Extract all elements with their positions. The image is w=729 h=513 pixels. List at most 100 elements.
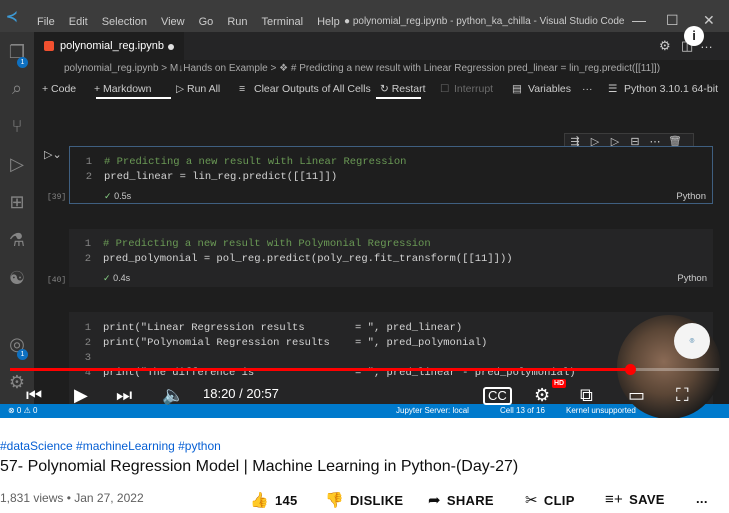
interrupt-button[interactable]: Interrupt — [454, 78, 493, 100]
search-icon[interactable]: ⌕ — [7, 78, 27, 98]
close-icon[interactable]: ✕ — [703, 12, 715, 29]
unsaved-dot-icon — [168, 44, 174, 50]
share-button[interactable]: ➦ SHARE — [428, 491, 494, 509]
menu-bar: File Edit Selection View Go Run Terminal… — [30, 16, 347, 28]
run-debug-icon[interactable]: ▷ — [7, 154, 27, 174]
cell-language[interactable]: Python — [676, 191, 706, 202]
exec-time: 0.5s — [114, 191, 132, 201]
like-count: 145 — [274, 493, 298, 508]
window-title: ● polynomial_reg.ipynb - python_ka_chill… — [344, 16, 625, 27]
clip-button[interactable]: ✂ CLIP — [525, 491, 575, 509]
share-icon: ➦ — [428, 492, 441, 509]
volume-icon[interactable]: 🔈 — [162, 382, 184, 408]
video-info: #dataScience #machineLearning #python 57… — [0, 418, 729, 513]
vscode-titlebar: ≺ File Edit Selection View Go Run Termin… — [0, 0, 729, 32]
player-controls: ⏮ ▶ ⏭ 🔈 18:20 / 20:57 CC ⚙ HD ⧉ ▭ ⛶ — [0, 378, 729, 412]
settings-icon[interactable]: ⚙ — [659, 38, 671, 54]
previous-icon[interactable]: ⏮ — [26, 382, 42, 408]
scissors-icon: ✂ — [525, 492, 538, 509]
save-button[interactable]: ≡+ SAVE — [605, 491, 665, 508]
success-check-icon: ✓ — [103, 273, 111, 283]
video-player[interactable]: ≺ File Edit Selection View Go Run Termin… — [0, 0, 729, 418]
next-icon[interactable]: ⏭ — [116, 382, 132, 408]
more-button[interactable]: ... — [696, 491, 708, 506]
hashtags-link[interactable]: #dataScience #machineLearning #python — [0, 439, 221, 453]
clear-outputs-icon: ≡ — [239, 83, 246, 95]
clip-label: CLIP — [543, 493, 575, 508]
menu-file[interactable]: File — [30, 16, 62, 28]
video-title: 57- Polynomial Regression Model | Machin… — [0, 458, 519, 475]
info-icon[interactable]: i — [684, 26, 704, 46]
code-cell-1[interactable]: 1 # Predicting a new result with Linear R… — [69, 146, 713, 204]
time-display: 18:20 / 20:57 — [203, 386, 279, 401]
run-all-button[interactable]: ▷ Run All — [176, 78, 220, 100]
play-icon[interactable]: ▶ — [74, 382, 88, 408]
share-label: SHARE — [446, 493, 494, 508]
code-text[interactable]: pred_linear = lin_reg.predict([[11]]) — [104, 171, 337, 183]
line-number: 1 — [85, 156, 92, 168]
thumbs-down-icon: 👎 — [325, 492, 344, 509]
run-cell-icon[interactable]: ▷⌄ — [44, 148, 62, 161]
tab-polynomial-reg[interactable]: polynomial_reg.ipynb — [34, 32, 184, 60]
menu-selection[interactable]: Selection — [95, 16, 154, 28]
view-count-date: 1,831 views • Jan 27, 2022 — [0, 491, 144, 505]
progress-fill — [10, 368, 631, 371]
progress-bar[interactable] — [10, 364, 719, 375]
cell-status: ✓ 0.4s — [103, 273, 130, 284]
captions-icon[interactable]: CC — [483, 387, 512, 405]
success-check-icon: ✓ — [104, 191, 112, 201]
interrupt-icon: ☐ — [440, 83, 450, 95]
tab-bar: polynomial_reg.ipynb ⚙ ◫ … — [34, 32, 729, 60]
explorer-badge: 1 — [17, 57, 28, 68]
line-number: 2 — [84, 337, 91, 349]
kernel-icon: ☰ — [608, 83, 618, 95]
channel-logo: ◎ — [674, 323, 710, 359]
like-button[interactable]: 👍 145 — [250, 491, 298, 509]
source-control-icon[interactable]: ⑂ — [7, 116, 27, 136]
theater-mode-icon[interactable]: ▭ — [628, 382, 645, 408]
line-number: 2 — [85, 171, 92, 183]
breadcrumb[interactable]: polynomial_reg.ipynb > M↓Hands on Exampl… — [34, 60, 729, 78]
menu-view[interactable]: View — [154, 16, 192, 28]
miniplayer-icon[interactable]: ⧉ — [580, 382, 593, 408]
code-text[interactable]: # Predicting a new result with Polymonia… — [103, 238, 431, 250]
code-text[interactable]: # Predicting a new result with Linear Re… — [104, 156, 406, 168]
code-text[interactable]: print("Polynomial Regression results = "… — [103, 337, 487, 349]
toolbar-more-button[interactable]: ··· — [582, 78, 593, 100]
notebook-toolbar: + Code + Markdown ▷ Run All ≡ Clear Outp… — [34, 78, 729, 100]
maximize-icon[interactable]: ☐ — [666, 12, 679, 29]
activity-bar: ❐ 1 ⌕ ⑂ ▷ ⊞ ⚗ ☯ ◎ 1 ⚙ — [0, 32, 34, 404]
python-icon[interactable]: ☯ — [7, 268, 27, 288]
menu-edit[interactable]: Edit — [62, 16, 95, 28]
hd-badge: HD — [552, 379, 567, 388]
code-cell-2[interactable]: 1 # Predicting a new result with Polymoni… — [69, 229, 713, 287]
add-code-button[interactable]: + Code — [42, 78, 76, 100]
code-text[interactable]: pred_polymonial = pol_reg.predict(poly_r… — [103, 253, 513, 265]
line-number: 2 — [84, 253, 91, 265]
settings-icon[interactable]: ⚙ — [534, 382, 550, 408]
code-text[interactable]: print("Linear Regression results = ", pr… — [103, 322, 462, 334]
variables-button[interactable]: Variables — [528, 78, 571, 100]
tab-label: polynomial_reg.ipynb — [60, 40, 164, 52]
restart-button[interactable]: ↻ Restart — [380, 78, 426, 100]
save-label: SAVE — [629, 492, 665, 507]
line-number: 3 — [84, 352, 91, 364]
thumbs-up-icon: 👍 — [250, 492, 269, 509]
exec-time: 0.4s — [113, 273, 131, 283]
execution-count: [40] — [47, 276, 67, 285]
menu-run[interactable]: Run — [220, 16, 254, 28]
dislike-label: DISLIKE — [349, 493, 404, 508]
cell-language[interactable]: Python — [677, 273, 707, 284]
testing-icon[interactable]: ⚗ — [7, 230, 27, 250]
clear-outputs-button[interactable]: Clear Outputs of All Cells — [254, 78, 371, 100]
menu-help[interactable]: Help — [310, 16, 347, 28]
fullscreen-icon[interactable]: ⛶ — [676, 382, 689, 408]
accounts-badge: 1 — [17, 349, 28, 360]
dislike-button[interactable]: 👎 DISLIKE — [325, 491, 403, 509]
minimize-icon[interactable]: — — [632, 12, 646, 28]
menu-terminal[interactable]: Terminal — [255, 16, 311, 28]
video-overlay-underline — [96, 97, 171, 99]
extensions-icon[interactable]: ⊞ — [7, 192, 27, 212]
kernel-picker[interactable]: Python 3.10.1 64-bit — [624, 78, 718, 100]
menu-go[interactable]: Go — [192, 16, 221, 28]
